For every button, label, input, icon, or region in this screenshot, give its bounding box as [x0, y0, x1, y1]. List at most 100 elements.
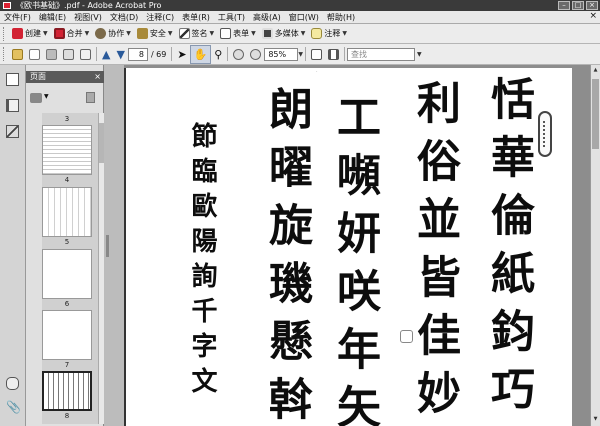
seal-stamp — [538, 111, 552, 157]
print-button[interactable] — [60, 46, 77, 63]
combine-button[interactable]: 合并 ▼ — [51, 25, 93, 42]
document-icon — [29, 48, 40, 60]
sign-button[interactable]: 签名 ▼ — [176, 25, 218, 42]
toolbar-grip[interactable] — [3, 47, 7, 61]
zoom-select[interactable]: 85% — [264, 47, 299, 61]
collaborate-button[interactable]: 协作 ▼ — [92, 25, 134, 42]
calligraphy-column-5: 節臨歐陽詢千字文 — [187, 122, 217, 402]
hand-tool-button[interactable]: ✋ — [189, 44, 212, 64]
marquee-zoom-button[interactable]: ⚲ — [211, 46, 225, 63]
menu-help[interactable]: 帮助(H) — [323, 12, 359, 23]
close-document-icon[interactable]: × — [589, 11, 597, 21]
menu-comments[interactable]: 注释(C) — [142, 12, 178, 23]
calligraphy-column-4: 朗曜旋璣懸斡 — [261, 86, 312, 426]
chevron-down-icon[interactable]: ▼ — [44, 93, 49, 100]
scroll-down-icon[interactable]: ▼ — [592, 416, 599, 423]
page-header-mark: · — [316, 69, 318, 75]
panel-splitter[interactable] — [104, 65, 124, 426]
scroll-thumb[interactable] — [592, 79, 599, 149]
arrow-down-icon: ▼ — [116, 47, 125, 61]
comment-button[interactable]: 注释 ▼ — [308, 25, 350, 42]
open-button[interactable] — [9, 46, 26, 63]
navigation-rail: 📎 — [0, 65, 26, 426]
document-scrollbar[interactable]: ▲ ▼ — [590, 65, 600, 426]
fit-page-icon — [310, 48, 322, 60]
minimize-button[interactable]: – — [558, 1, 570, 10]
toolbar-grip[interactable] — [3, 26, 7, 41]
fit-width-button[interactable] — [325, 46, 342, 63]
close-window-button[interactable]: × — [586, 1, 598, 10]
minus-circle-icon — [233, 48, 245, 60]
plus-circle-icon — [250, 48, 262, 60]
next-page-button[interactable]: ▼ — [113, 46, 127, 63]
previous-page-button[interactable]: ▲ — [99, 46, 113, 63]
thumbnail-list[interactable]: 3 4 5 6 7 8 — [42, 113, 98, 424]
tasks-toolbar: 创建 ▼ 合并 ▼ 协作 ▼ 安全 ▼ 签名 ▼ 表单 ▼ 多媒体 ▼ 注释 ▼ — [0, 24, 600, 44]
save-button[interactable] — [43, 46, 60, 63]
page-thumbnail-selected[interactable] — [42, 371, 92, 411]
scroll-up-icon[interactable]: ▲ — [592, 67, 599, 74]
toolbar-separator — [171, 47, 173, 61]
page-thumbnail[interactable] — [42, 125, 92, 175]
thumbnail-label: 7 — [64, 361, 70, 369]
fit-width-icon — [327, 48, 339, 60]
menu-file[interactable]: 文件(F) — [0, 12, 35, 23]
zoom-in-button[interactable] — [247, 46, 264, 63]
page-thumbnail[interactable] — [42, 187, 92, 237]
pages-panel-icon[interactable] — [6, 73, 19, 86]
hand-icon: ✋ — [193, 47, 208, 61]
toolbar-separator — [304, 47, 306, 61]
secure-label: 安全 — [149, 29, 166, 38]
document-view[interactable]: · 恬華倫紙鈞巧 利俗並皆佳妙 工嚬妍咲年矢 朗曜旋璣懸斡 節臨歐陽詢千字文 — [124, 65, 590, 426]
pages-panel: 页面 × ▼ 3 4 5 6 7 8 — [26, 65, 105, 426]
email-button[interactable] — [77, 46, 94, 63]
sign-label: 签名 — [191, 29, 208, 38]
menu-forms[interactable]: 表单(R) — [178, 12, 214, 23]
splitter-grip[interactable] — [106, 235, 109, 257]
folder-icon — [12, 48, 23, 60]
menu-tools[interactable]: 工具(T) — [214, 12, 249, 23]
panel-close-button[interactable]: × — [94, 71, 101, 83]
multimedia-label: 多媒体 — [274, 29, 299, 38]
menu-window[interactable]: 窗口(W) — [285, 12, 323, 23]
signatures-icon[interactable] — [6, 125, 19, 138]
create-button[interactable]: 创建 ▼ — [9, 25, 51, 42]
options-icon[interactable] — [30, 93, 42, 103]
menu-edit[interactable]: 编辑(E) — [35, 12, 70, 23]
pdf-page: · 恬華倫紙鈞巧 利俗並皆佳妙 工嚬妍咲年矢 朗曜旋璣懸斡 節臨歐陽詢千字文 — [124, 68, 572, 426]
combine-label: 合并 — [66, 29, 83, 38]
menu-document[interactable]: 文档(D) — [106, 12, 142, 23]
page-number-input[interactable]: 8 — [127, 47, 148, 61]
chevron-down-icon: ▼ — [209, 30, 215, 37]
multimedia-button[interactable]: 多媒体 ▼ — [259, 25, 309, 42]
chevron-down-icon[interactable]: ▼ — [417, 51, 422, 58]
page-thumbnail[interactable] — [42, 310, 92, 360]
page-thumbnail[interactable] — [42, 249, 92, 299]
maximize-button[interactable]: □ — [572, 1, 584, 10]
menu-view[interactable]: 视图(V) — [70, 12, 106, 23]
forms-button[interactable]: 表单 ▼ — [217, 25, 259, 42]
zoom-out-button[interactable] — [230, 46, 247, 63]
calligraphy-column-1: 恬華倫紙鈞巧 — [483, 76, 534, 424]
menu-advanced[interactable]: 高级(A) — [249, 12, 285, 23]
printer-icon — [63, 48, 74, 60]
fit-page-button[interactable] — [308, 46, 325, 63]
attachments-icon[interactable]: 📎 — [6, 401, 21, 414]
find-input[interactable]: 查找 — [346, 47, 415, 61]
form-icon — [220, 28, 232, 39]
chevron-down-icon: ▼ — [251, 30, 256, 37]
page-total: / 69 — [150, 49, 167, 59]
collaborate-icon — [95, 28, 107, 39]
window-controls: – □ × — [558, 1, 598, 10]
create-pdf-icon — [12, 28, 23, 39]
thumbnail-label: 8 — [64, 412, 70, 420]
comments-icon[interactable] — [6, 377, 19, 390]
trash-icon[interactable] — [86, 92, 95, 103]
chevron-down-icon[interactable]: ▼ — [298, 51, 303, 58]
create-pdf-quick-button[interactable] — [26, 46, 43, 63]
bookmarks-icon[interactable] — [6, 99, 19, 112]
thumbnail-label: 5 — [64, 238, 70, 246]
chevron-down-icon: ▼ — [300, 30, 306, 37]
select-tool-button[interactable]: ➤ — [174, 46, 189, 63]
secure-button[interactable]: 安全 ▼ — [134, 25, 176, 42]
